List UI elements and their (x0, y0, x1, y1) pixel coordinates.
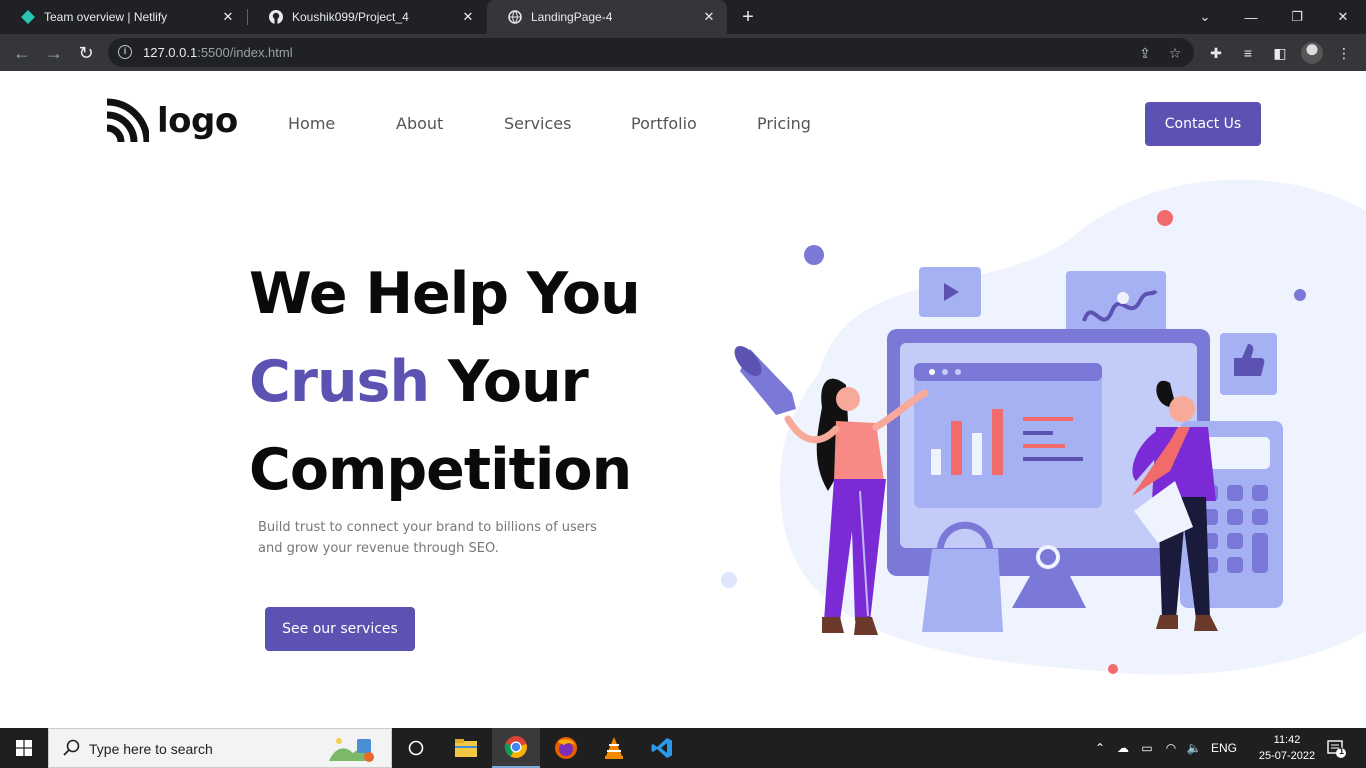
bookmark-star-icon[interactable]: ☆ (1166, 44, 1184, 62)
media-control-icon[interactable]: ≡ (1238, 43, 1258, 63)
firefox-icon (555, 737, 577, 759)
globe-icon (507, 9, 523, 25)
tab-title: Koushik099/Project_4 (292, 10, 409, 24)
taskbar-file-explorer[interactable] (442, 728, 490, 768)
wifi-icon[interactable]: ◠ (1161, 728, 1181, 768)
nav-home[interactable]: Home (288, 114, 335, 133)
notification-badge: 1 (1339, 746, 1345, 756)
menu-icon[interactable]: ⋮ (1334, 43, 1354, 63)
hero-accent-word: Crush (249, 349, 430, 415)
hero-illustration (721, 179, 1366, 675)
battery-icon[interactable]: ▭ (1137, 728, 1157, 768)
site-info-icon[interactable]: i (118, 45, 132, 59)
chrome-icon (504, 736, 527, 758)
window-close-button[interactable]: ✕ (1320, 0, 1366, 34)
task-view-icon (408, 740, 424, 756)
nav-pricing[interactable]: Pricing (757, 114, 811, 133)
tab-title: Team overview | Netlify (44, 10, 168, 24)
url-text[interactable]: 127.0.0.1:5500/index.html (143, 45, 293, 60)
restore-button[interactable]: ❐ (1274, 0, 1320, 34)
vlc-icon (605, 737, 623, 759)
logo-mark-icon (106, 98, 149, 143)
site-logo[interactable]: logo (105, 98, 238, 144)
close-icon[interactable]: ✕ (701, 9, 717, 25)
folder-icon (455, 739, 477, 757)
new-tab-button[interactable]: + (738, 6, 758, 28)
browser-toolbar: ← → ↻ i 127.0.0.1:5500/index.html ⇪ ☆ ✚ … (0, 34, 1366, 71)
side-panel-icon[interactable]: ◧ (1270, 43, 1290, 63)
start-button[interactable] (0, 728, 48, 768)
close-icon[interactable]: ✕ (460, 9, 476, 25)
search-placeholder: Type here to search (89, 741, 213, 757)
hero-headline-line2: Crush Your (249, 349, 589, 415)
search-icon (63, 739, 80, 756)
nav-portfolio[interactable]: Portfolio (631, 114, 697, 133)
close-icon[interactable]: ✕ (220, 9, 236, 25)
profile-avatar[interactable] (1301, 42, 1323, 64)
nav-about[interactable]: About (396, 114, 443, 133)
hero-headline-line3: Competition (249, 437, 632, 503)
hero-subtitle: Build trust to connect your brand to bil… (258, 520, 597, 556)
see-services-button[interactable]: See our services (265, 607, 415, 651)
volume-icon[interactable]: 🔈 (1183, 728, 1205, 768)
taskbar-clock[interactable]: 11:42 25-07-2022 (1256, 732, 1318, 764)
tray-overflow-icon[interactable]: ⌃ (1090, 728, 1110, 768)
tab-landingpage[interactable]: LandingPage-4 ✕ (487, 0, 727, 34)
extensions-icon[interactable]: ✚ (1206, 43, 1226, 63)
taskbar-firefox[interactable] (542, 728, 590, 768)
taskbar-chrome[interactable] (492, 728, 540, 768)
github-icon (268, 9, 284, 25)
task-view-button[interactable] (392, 728, 440, 768)
clock-date: 25-07-2022 (1258, 750, 1316, 762)
nav-services[interactable]: Services (504, 114, 571, 133)
logo-text: logo (157, 101, 238, 141)
back-button[interactable]: ← (9, 40, 35, 66)
vscode-icon (651, 738, 672, 758)
tab-search-icon[interactable]: ⌄ (1182, 0, 1228, 34)
tab-title: LandingPage-4 (531, 10, 613, 24)
onedrive-icon[interactable]: ☁ (1113, 728, 1133, 768)
taskbar-vlc[interactable] (590, 728, 638, 768)
browser-tab-strip: Team overview | Netlify ✕ Koushik099/Pro… (0, 0, 1366, 34)
tab-github[interactable]: Koushik099/Project_4 ✕ (248, 0, 486, 34)
tab-netlify[interactable]: Team overview | Netlify ✕ (0, 0, 246, 34)
share-icon[interactable]: ⇪ (1136, 44, 1154, 62)
netlify-icon (20, 9, 36, 25)
taskbar-search-box[interactable]: Type here to search (48, 728, 392, 768)
clock-time: 11:42 (1273, 734, 1301, 746)
minimize-button[interactable]: — (1228, 0, 1274, 34)
hero-headline-line1: We Help You (249, 261, 641, 327)
forward-button[interactable]: → (41, 40, 67, 66)
reload-button[interactable]: ↻ (73, 40, 99, 66)
landing-page: logo Home About Services Portfolio Prici… (0, 71, 1366, 728)
language-indicator[interactable]: ENG (1208, 728, 1240, 768)
contact-us-button[interactable]: Contact Us (1145, 102, 1261, 146)
notification-center-button[interactable]: 1 (1318, 728, 1354, 768)
taskbar-vscode[interactable] (638, 728, 686, 768)
windows-logo-icon (16, 740, 32, 756)
search-highlight-icon (329, 738, 374, 762)
address-bar[interactable]: i 127.0.0.1:5500/index.html ⇪ ☆ (108, 38, 1194, 67)
windows-taskbar: Type here to search ⌃ ☁ ▭ ◠ 🔈 ENG 11:42 (0, 728, 1366, 768)
